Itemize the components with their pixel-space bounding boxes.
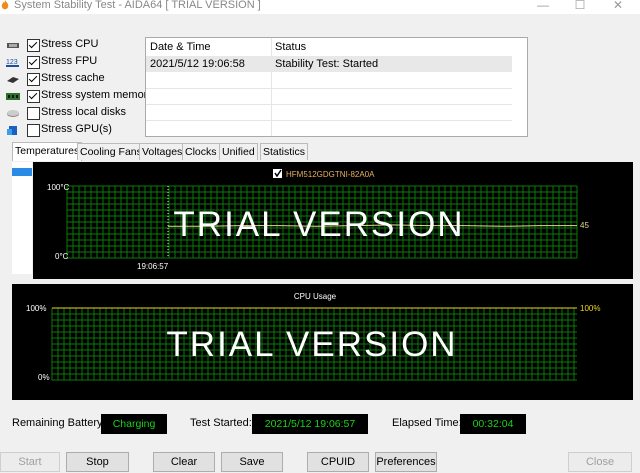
cpu-ymin-label: 0%	[38, 373, 50, 382]
cpu-chart-title: CPU Usage	[294, 292, 337, 301]
stress-cache-checkbox[interactable]	[27, 73, 40, 86]
stress-memory-option[interactable]: Stress system memory	[6, 89, 156, 106]
log-row-datetime: 2021/5/12 19:06:58	[150, 58, 245, 70]
column-separator	[271, 38, 272, 136]
row-divider	[146, 104, 512, 105]
disk-icon	[7, 110, 19, 117]
battery-value: Charging	[101, 414, 167, 434]
elapsed-time-value: 00:32:04	[460, 414, 526, 434]
stress-memory-checkbox[interactable]	[27, 90, 40, 103]
maximize-button[interactable]: ☐	[565, 0, 595, 12]
cpu-ymax-label: 100%	[26, 304, 46, 313]
stress-cpu-checkbox[interactable]	[27, 39, 40, 52]
stress-disks-checkbox[interactable]	[27, 107, 40, 120]
log-row[interactable]: 2021/5/12 19:06:58 Stability Test: Start…	[146, 56, 512, 72]
stress-disks-label: Stress local disks	[41, 106, 126, 118]
tab-temperatures[interactable]: Temperatures	[12, 142, 83, 161]
gpu-icon	[7, 126, 17, 135]
cpu-usage-chart: CPU Usage 100% 0% 100% TRIAL VERSION	[12, 284, 633, 400]
battery-label: Remaining Battery:	[12, 417, 106, 429]
stop-button[interactable]: Stop	[66, 452, 129, 472]
elapsed-time-label: Elapsed Time:	[392, 417, 462, 429]
temperature-ymin-label: 0°C	[55, 252, 69, 261]
stress-gpu-option[interactable]: Stress GPU(s)	[6, 123, 156, 140]
stress-cpu-option[interactable]: Stress CPU	[6, 38, 156, 55]
temperature-chart: HFM512GDGTNI-82A0A 100°C 0°C 19:06:57 45…	[33, 162, 633, 279]
temperature-ymax-label: 100°C	[47, 183, 70, 192]
event-log-list[interactable]: Date & Time Status 2021/5/12 19:06:58 St…	[145, 37, 528, 137]
stress-fpu-label: Stress FPU	[41, 55, 98, 67]
fpu-icon: 123	[6, 59, 19, 67]
tab-unified[interactable]: Unified	[219, 143, 258, 160]
stress-fpu-option[interactable]: 123 Stress FPU	[6, 55, 156, 72]
cpu-icon	[7, 43, 19, 48]
trial-watermark: TRIAL VERSION	[173, 205, 464, 244]
cpu-chart-svg: CPU Usage 100% 0% 100% TRIAL VERSION	[26, 292, 600, 382]
row-divider	[146, 120, 512, 121]
title-bar: System Stability Test - AIDA64 [ TRIAL V…	[0, 0, 640, 14]
status-column-header[interactable]: Status	[275, 41, 306, 53]
stress-disks-option[interactable]: Stress local disks	[6, 106, 156, 123]
temperature-time-label: 19:06:57	[137, 262, 169, 271]
temperature-value-label: 45	[580, 221, 589, 230]
tab-clocks[interactable]: Clocks	[182, 143, 220, 160]
preferences-button[interactable]: Preferences	[375, 452, 437, 472]
minimize-button[interactable]: —	[528, 0, 558, 12]
close-window-button[interactable]: ✕	[603, 0, 633, 12]
clear-button[interactable]: Clear	[153, 452, 215, 472]
stress-memory-label: Stress system memory	[41, 89, 153, 101]
stress-gpu-label: Stress GPU(s)	[41, 123, 112, 135]
datetime-column-header[interactable]: Date & Time	[150, 41, 211, 53]
test-started-label: Test Started:	[190, 417, 252, 429]
svg-text:123: 123	[6, 59, 18, 66]
window-title: System Stability Test - AIDA64 [ TRIAL V…	[14, 0, 261, 11]
status-row: Remaining Battery: Charging Test Started…	[12, 414, 632, 434]
log-row-status: Stability Test: Started	[275, 58, 379, 70]
stress-gpu-checkbox[interactable]	[27, 124, 40, 137]
log-header: Date & Time Status	[146, 38, 527, 56]
temperature-legend-label: HFM512GDGTNI-82A0A	[286, 170, 375, 179]
stress-cache-option[interactable]: Stress cache	[6, 72, 156, 89]
tab-voltages[interactable]: Voltages	[139, 143, 186, 160]
sensor-list[interactable]	[12, 162, 32, 274]
trial-watermark: TRIAL VERSION	[166, 325, 457, 364]
save-button[interactable]: Save	[221, 452, 283, 472]
cache-icon	[7, 77, 19, 83]
stress-fpu-checkbox[interactable]	[27, 56, 40, 69]
tab-statistics[interactable]: Statistics	[260, 143, 309, 160]
stress-cpu-label: Stress CPU	[41, 38, 99, 50]
row-divider	[146, 88, 512, 89]
stress-cache-label: Stress cache	[41, 72, 105, 84]
memory-icon	[6, 93, 20, 100]
start-button[interactable]: Start	[0, 452, 60, 472]
close-button[interactable]: Close	[568, 452, 632, 472]
tab-cooling-fans[interactable]: Cooling Fans	[77, 143, 145, 160]
test-started-value: 2021/5/12 19:06:57	[252, 414, 368, 434]
cpu-value-label: 100%	[580, 304, 600, 313]
button-bar: Start Stop Clear Save CPUID Preferences …	[0, 450, 640, 473]
sensor-list-selected-item[interactable]	[12, 168, 32, 176]
cpuid-button[interactable]: CPUID	[307, 452, 369, 472]
flame-icon	[1, 0, 9, 10]
temperature-chart-svg: HFM512GDGTNI-82A0A 100°C 0°C 19:06:57 45…	[47, 169, 589, 271]
